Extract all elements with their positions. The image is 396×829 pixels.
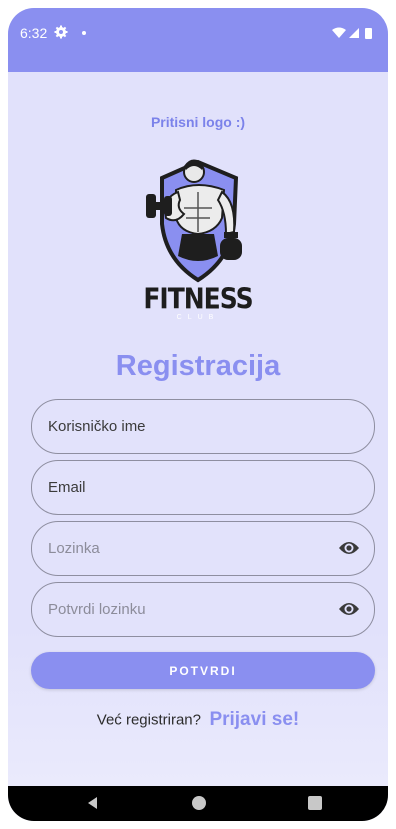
- status-bar: 6:32: [8, 8, 388, 72]
- password-field[interactable]: [31, 521, 375, 576]
- submit-button[interactable]: POTVRDI: [31, 652, 375, 689]
- navigation-bar: [8, 786, 388, 821]
- wifi-icon: [332, 27, 346, 38]
- bodybuilder-logo-icon: [146, 159, 242, 283]
- confirm-password-field[interactable]: [31, 582, 375, 637]
- eye-icon[interactable]: [338, 600, 360, 618]
- login-question: Već registriran?: [96, 711, 201, 729]
- login-link[interactable]: Prijavi se!: [209, 709, 299, 730]
- logo-subtitle: CLUB: [176, 314, 220, 321]
- logo-title: FITNESS: [143, 281, 253, 316]
- fitness-logo[interactable]: FITNESS CLUB: [132, 152, 264, 324]
- login-prompt: Već registriran? Prijavi se!: [8, 709, 388, 731]
- password-input[interactable]: [48, 522, 318, 574]
- page-title: Registracija: [115, 350, 281, 382]
- home-circle-icon[interactable]: [192, 796, 206, 810]
- eye-icon[interactable]: [338, 539, 360, 557]
- settings-gear-icon: [54, 25, 68, 39]
- status-icons: [332, 27, 372, 39]
- logo-hint-text: Pritisni logo :): [150, 114, 246, 130]
- back-triangle-icon[interactable]: [85, 795, 101, 811]
- username-field[interactable]: [31, 399, 375, 454]
- battery-icon: [365, 28, 372, 39]
- email-field[interactable]: [31, 460, 375, 515]
- status-time: 6:32: [20, 25, 48, 41]
- notification-dot-icon: [82, 31, 86, 35]
- recents-square-icon[interactable]: [308, 796, 322, 810]
- signal-icon: [349, 28, 359, 38]
- username-input[interactable]: [48, 400, 318, 452]
- email-input[interactable]: [48, 461, 318, 513]
- phone-screen: 6:32 Pritisni logo :) FITNESS CLUB Regis…: [8, 8, 388, 821]
- confirm-password-input[interactable]: [48, 583, 318, 635]
- registration-screen: Pritisni logo :) FITNESS CLUB Registraci…: [8, 72, 388, 786]
